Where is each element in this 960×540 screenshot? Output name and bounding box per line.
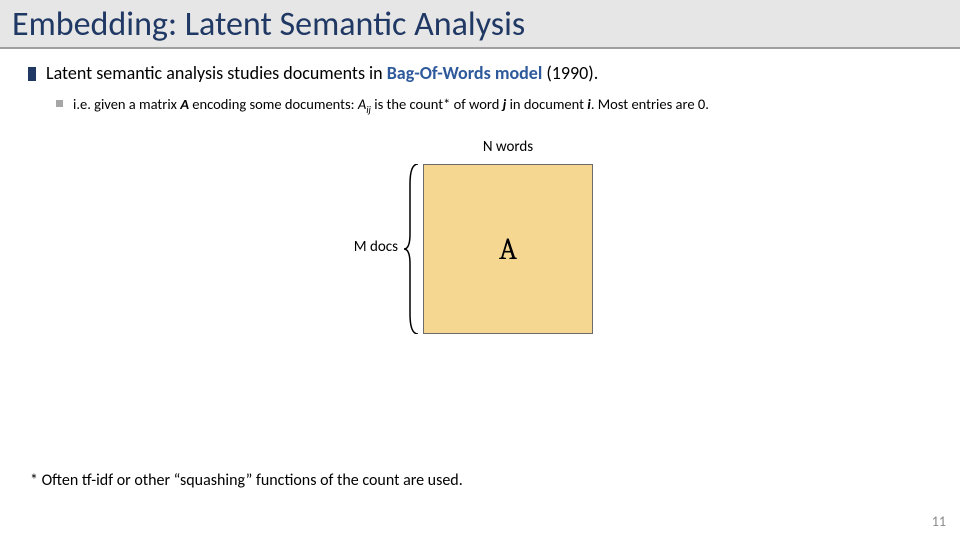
bullet-main-text: Latent semantic analysis studies documen…: [46, 61, 598, 85]
text-fragment: encoding some documents:: [189, 95, 358, 113]
slide-title: Embedding: Latent Semantic Analysis: [12, 4, 948, 45]
text-fragment: (1990).: [542, 62, 598, 84]
sub-bullet-marker-icon: [56, 100, 63, 107]
page-number: 11: [932, 513, 946, 530]
n-words-label: N words: [423, 138, 593, 156]
bullet-main: Latent semantic analysis studies documen…: [28, 61, 932, 85]
text-fragment: is the count* of word: [371, 95, 503, 113]
m-docs-label: M docs: [328, 238, 398, 256]
text-fragment: i.e. given a matrix: [73, 95, 180, 113]
footnote: * Often tf-idf or other “squashing” func…: [30, 471, 463, 490]
matrix-symbol: A: [358, 95, 366, 113]
matrix-box: A: [423, 164, 593, 334]
text-fragment: . Most entries are 0.: [591, 95, 709, 113]
bullet-sub: i.e. given a matrix A encoding some docu…: [56, 95, 932, 116]
text-fragment: in document: [506, 95, 587, 113]
highlight-term: Bag-Of-Words model: [387, 62, 543, 84]
brace-icon: [404, 164, 420, 334]
matrix-symbol: A: [180, 95, 189, 113]
slide-body: Latent semantic analysis studies documen…: [0, 49, 960, 353]
bullet-sub-text: i.e. given a matrix A encoding some docu…: [73, 95, 709, 116]
matrix-diagram: N words M docs A: [28, 138, 932, 353]
title-bar: Embedding: Latent Semantic Analysis: [0, 0, 960, 49]
text-fragment: Latent semantic analysis studies documen…: [46, 62, 387, 84]
matrix-box-label: A: [499, 232, 517, 267]
bullet-marker-icon: [28, 67, 36, 81]
